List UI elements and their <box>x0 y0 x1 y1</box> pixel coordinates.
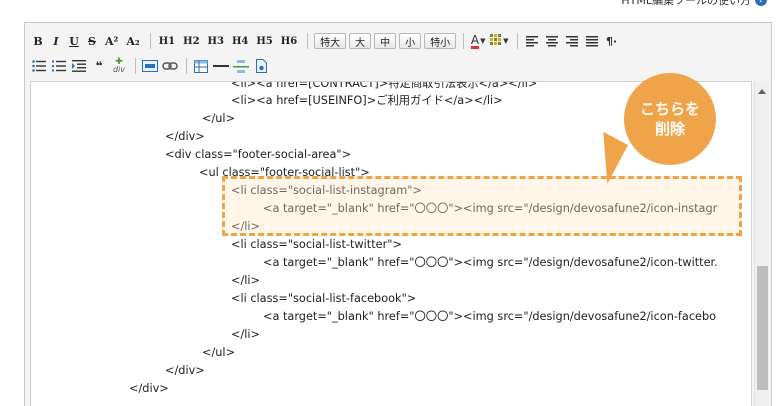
indent-button[interactable] <box>71 57 87 75</box>
scrollbar-thumb[interactable] <box>757 266 768 390</box>
toolbar-divider <box>463 33 465 49</box>
toolbar-divider <box>149 33 151 49</box>
code-line-9: </li> <box>231 220 261 233</box>
heading-h1-button[interactable]: H1 <box>157 32 177 50</box>
code-line-8: <a target="_blank" href="〇〇〇"><img src="… <box>263 202 718 215</box>
delete-callout-bubble: こちらを 削除 <box>624 73 716 165</box>
color-grid-icon <box>490 33 502 49</box>
insert-link-button[interactable] <box>162 57 178 75</box>
strikethrough-button[interactable]: S <box>85 32 99 50</box>
quote-button[interactable]: ❝ <box>91 57 107 75</box>
align-center-icon <box>545 35 558 46</box>
size-xsmall-button[interactable]: 特小 <box>424 33 457 49</box>
page-break-button[interactable] <box>233 57 249 75</box>
image-icon <box>142 60 158 72</box>
paragraph-button[interactable]: ¶· <box>604 32 620 50</box>
callout-line-1: こちらを <box>639 100 700 118</box>
quote-icon: ❝ <box>95 59 103 73</box>
pilcrow-icon: ¶· <box>605 34 618 48</box>
horizontal-rule-button[interactable] <box>213 57 229 75</box>
page-break-icon <box>233 59 249 73</box>
size-medium-button[interactable]: 中 <box>374 33 397 49</box>
superscript-button[interactable]: A² <box>103 32 120 50</box>
chevron-down-icon: ▼ <box>503 37 509 45</box>
align-left-icon <box>525 35 538 46</box>
bg-color-button[interactable]: ▼ <box>490 32 509 50</box>
code-line-3: </ul> <box>202 112 236 125</box>
align-right-button[interactable] <box>564 32 580 50</box>
heading-h4-button[interactable]: H4 <box>230 32 250 50</box>
code-line-17: </div> <box>165 364 205 377</box>
code-line-1: <li><a href=[CONTRACT]>特定商取引法表示</a></li> <box>231 81 538 90</box>
code-line-14: <a target="_blank" href="〇〇〇"><img src="… <box>263 310 717 323</box>
indent-icon <box>72 60 86 72</box>
code-line-15: </li> <box>231 328 261 341</box>
code-line-6: <ul class="footer-social-list"> <box>199 166 370 179</box>
text-color-icon: A <box>470 32 480 49</box>
toolbar-divider <box>135 58 136 74</box>
align-justify-button[interactable] <box>584 32 600 50</box>
subscript-button[interactable]: A₂ <box>124 32 141 50</box>
code-line-11: <a target="_blank" href="〇〇〇"><img src="… <box>263 256 718 269</box>
vertical-scrollbar[interactable] <box>754 81 769 406</box>
code-line-12: </li> <box>231 274 261 287</box>
chevron-down-icon: ▼ <box>480 37 486 45</box>
align-right-icon <box>565 35 578 46</box>
text-color-button[interactable]: A ▼ <box>470 32 486 50</box>
scroll-up-arrow-icon[interactable] <box>758 89 766 94</box>
toolbar-divider <box>307 33 309 49</box>
underline-button[interactable]: U <box>67 32 81 50</box>
size-small-button[interactable]: 小 <box>399 33 422 49</box>
bullet-list-button[interactable] <box>31 57 47 75</box>
numbered-list-icon <box>52 60 66 72</box>
align-center-button[interactable] <box>544 32 560 50</box>
callout-line-2: 削除 <box>654 120 685 138</box>
code-line-10: <li class="social-list-twitter"> <box>231 238 402 251</box>
code-line-7: <li class="social-list-instagram"> <box>231 184 422 197</box>
insert-image-button[interactable] <box>142 57 158 75</box>
help-link[interactable]: HTML編集ツールの使い方 ? <box>621 0 767 8</box>
editor-toolbar: B I U S A² A₂ H1 H2 H3 H4 H5 H6 特大 大 中 小… <box>25 23 771 81</box>
code-line-18: </div> <box>129 382 169 395</box>
horizontal-rule-icon <box>213 65 229 67</box>
code-line-2: <li><a href=[USEINFO]>ご利用ガイド</a></li> <box>231 94 503 107</box>
size-xlarge-button[interactable]: 特大 <box>314 33 347 49</box>
code-line-13: <li class="social-list-facebook"> <box>231 292 417 305</box>
insert-table-button[interactable] <box>193 57 209 75</box>
link-icon <box>162 62 178 70</box>
numbered-list-button[interactable] <box>51 57 67 75</box>
heading-h5-button[interactable]: H5 <box>254 32 274 50</box>
table-icon <box>194 59 208 73</box>
insert-file-button[interactable] <box>253 57 269 75</box>
code-line-4: </div> <box>165 130 205 143</box>
help-icon: ? <box>755 0 767 6</box>
heading-h3-button[interactable]: H3 <box>206 32 226 50</box>
help-link-label: HTML編集ツールの使い方 <box>621 0 751 7</box>
toolbar-row-1: B I U S A² A₂ H1 H2 H3 H4 H5 H6 特大 大 中 小… <box>31 31 624 51</box>
italic-button[interactable]: I <box>49 32 63 50</box>
heading-h6-button[interactable]: H6 <box>279 32 299 50</box>
div-icon-label: div <box>112 65 126 74</box>
toolbar-row-2: ❝ ✚ div <box>31 56 273 76</box>
div-button[interactable]: ✚ div <box>111 57 127 75</box>
div-icon: ✚ div <box>112 57 126 74</box>
bold-button[interactable]: B <box>31 32 45 50</box>
file-icon <box>255 59 267 73</box>
toolbar-divider <box>186 58 187 74</box>
toolbar-divider <box>516 33 518 49</box>
align-justify-icon <box>585 35 598 46</box>
heading-h2-button[interactable]: H2 <box>181 32 201 50</box>
bullet-list-icon <box>32 60 46 72</box>
code-line-16: </ul> <box>202 346 236 359</box>
align-left-button[interactable] <box>524 32 540 50</box>
size-large-button[interactable]: 大 <box>349 33 372 49</box>
code-line-5: <div class="footer-social-area"> <box>165 148 352 161</box>
